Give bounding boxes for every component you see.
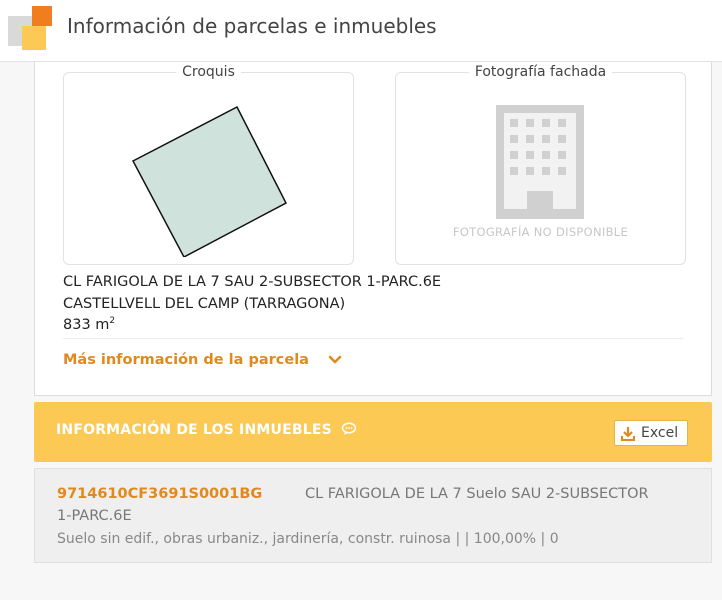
divider xyxy=(63,338,683,339)
property-list-item: 9714610CF3691S0001BG CL FARIGOLA DE LA 7… xyxy=(34,468,712,563)
parcel-area: 833 m2 xyxy=(63,316,115,333)
property-address-continued: 1-PARC.6E xyxy=(57,508,132,524)
sketch-title: Croquis xyxy=(176,64,241,80)
download-icon xyxy=(621,427,635,441)
more-parcel-info-label: Más información de la parcela xyxy=(63,352,309,368)
parcel-shape xyxy=(131,105,288,257)
excel-export-button[interactable]: Excel xyxy=(614,420,688,446)
cadastral-reference-link[interactable]: 9714610CF3691S0001BG xyxy=(57,486,262,502)
area-value: 833 m xyxy=(63,316,110,333)
app-header: Información de parcelas e inmuebles xyxy=(0,0,722,62)
parcel-address-line1: CL FARIGOLA DE LA 7 SAU 2-SUBSECTOR 1-PA… xyxy=(63,274,442,290)
area-exponent: 2 xyxy=(109,316,116,326)
chat-bubble-icon[interactable] xyxy=(341,422,357,436)
properties-title-text: INFORMACIÓN DE LOS INMUEBLES xyxy=(56,422,332,438)
excel-export-label: Excel xyxy=(641,425,679,441)
page-title: Información de parcelas e inmuebles xyxy=(67,14,437,38)
properties-title: INFORMACIÓN DE LOS INMUEBLES xyxy=(56,422,357,438)
parcel-address-line2: CASTELLVELL DEL CAMP (TARRAGONA) xyxy=(63,296,346,312)
parcel-card: Croquis Fotografía fachada FOTOGRAFÍA NO… xyxy=(34,62,712,396)
app-logo-icon xyxy=(8,6,54,52)
photo-title: Fotografía fachada xyxy=(468,64,613,80)
parcel-sketch xyxy=(131,105,288,257)
properties-section-header: INFORMACIÓN DE LOS INMUEBLES Excel xyxy=(34,402,712,462)
sketch-panel: Croquis xyxy=(63,64,354,265)
page-body: Croquis Fotografía fachada FOTOGRAFÍA NO… xyxy=(0,62,722,600)
photo-panel: Fotografía fachada FOTOGRAFÍA NO DISPONI… xyxy=(395,64,686,265)
building-placeholder-icon xyxy=(496,105,584,219)
more-parcel-info-link[interactable]: Más información de la parcela xyxy=(63,352,342,368)
photo-unavailable-label: FOTOGRAFÍA NO DISPONIBLE xyxy=(452,225,629,239)
property-address: CL FARIGOLA DE LA 7 Suelo SAU 2-SUBSECTO… xyxy=(305,486,649,502)
chevron-down-icon xyxy=(328,355,342,364)
property-detail: Suelo sin edif., obras urbaniz., jardine… xyxy=(57,531,559,547)
